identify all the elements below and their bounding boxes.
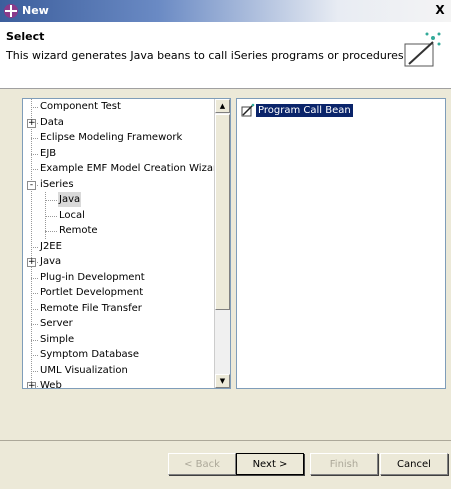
tree-item-label: Remote File Transfer — [40, 302, 142, 314]
page-title: Select — [6, 30, 45, 43]
tree-item[interactable]: Eclipse Modeling Framework — [23, 130, 230, 146]
tree-connector — [31, 169, 38, 170]
tree-item[interactable]: + Java — [23, 254, 230, 270]
tree-item-label: Remote — [59, 225, 98, 236]
expand-icon[interactable]: + — [27, 382, 36, 388]
tree-item-label: Component Test — [40, 101, 121, 112]
wizard-category-tree[interactable]: Component Test + Data Eclipse Modeling Fram… — [22, 98, 231, 389]
new-wizard-app-icon — [4, 4, 18, 18]
tree-item-label: Local — [59, 209, 85, 221]
tree-connector — [31, 293, 38, 294]
tree-connector — [45, 231, 57, 232]
tree-item-label: UML Visualization — [40, 364, 128, 376]
tree-item-label: Eclipse Modeling Framework — [40, 132, 183, 143]
tree-connector — [31, 339, 38, 341]
close-icon[interactable]: X — [432, 2, 448, 18]
tree-item-label: Server — [40, 318, 73, 329]
tree-item-label: Example EMF Model Creation Wizards — [40, 163, 229, 174]
tree-item-label: Web — [40, 380, 62, 389]
tree-item[interactable]: Symptom Database — [23, 347, 230, 363]
tree-item[interactable]: - iSeries — [23, 177, 230, 193]
tree-item-label: Simple — [40, 333, 75, 345]
tree-guide-line — [45, 192, 46, 239]
tree-connector — [45, 200, 57, 201]
next-button[interactable]: Next > — [236, 453, 304, 475]
title-bar: New X — [0, 0, 451, 22]
tree-connector — [31, 138, 38, 139]
tree-item[interactable]: Simple — [23, 332, 230, 348]
expand-icon[interactable]: + — [27, 258, 36, 267]
back-button[interactable]: < Back — [168, 453, 236, 475]
tree-item-label: Data — [40, 116, 64, 128]
tree-connector — [45, 215, 57, 217]
new-wizard-icon — [404, 32, 441, 67]
tree-item[interactable]: UML Visualization — [23, 363, 230, 379]
tree-item[interactable]: Server — [23, 316, 230, 332]
wizard-header: Select This wizard generates Java beans … — [0, 22, 451, 89]
tree-item[interactable]: Plug-in Development — [23, 270, 230, 286]
tree-item[interactable]: Local — [23, 208, 230, 224]
tree-connector — [31, 370, 38, 372]
tree-connector — [31, 153, 38, 155]
tree-connector — [31, 308, 38, 310]
list-item[interactable]: Program Call Bean — [241, 103, 353, 117]
tree-item-label: iSeries — [40, 178, 74, 190]
tree-item-label: Portlet Development — [40, 287, 144, 298]
tree-connector — [31, 107, 38, 108]
cancel-button[interactable]: Cancel — [380, 453, 448, 475]
tree-item-label: Plug-in Development — [40, 271, 145, 283]
wizard-list[interactable]: Program Call Bean — [236, 98, 446, 389]
tree-item-label: EJB — [40, 147, 57, 159]
tree-connector — [31, 246, 38, 248]
footer-divider — [0, 440, 451, 441]
tree-item[interactable]: Portlet Development — [23, 285, 230, 301]
window-title: New — [22, 4, 49, 17]
tree-item[interactable]: EJB — [23, 146, 230, 162]
expand-icon[interactable]: + — [27, 118, 36, 128]
tree-connector — [31, 355, 38, 356]
page-description: This wizard generates Java beans to call… — [6, 49, 408, 62]
collapse-icon[interactable]: - — [27, 180, 36, 190]
tree-item[interactable]: + Data — [23, 115, 230, 131]
tree-item-label: Symptom Database — [40, 349, 140, 360]
tree-connector — [31, 324, 38, 325]
tree-item[interactable]: J2EE — [23, 239, 230, 255]
tree-item[interactable]: Java — [23, 192, 230, 208]
tree-item[interactable]: + Web — [23, 378, 230, 389]
scroll-thumb[interactable] — [215, 114, 230, 310]
tree-connector — [31, 277, 38, 279]
tree-item-label: Java — [40, 256, 62, 267]
scroll-up-button[interactable]: ▲ — [215, 99, 230, 113]
program-call-bean-icon — [241, 103, 255, 117]
tree-item[interactable]: Remote — [23, 223, 230, 239]
tree-item[interactable]: Example EMF Model Creation Wizards — [23, 161, 230, 177]
tree-item[interactable]: Remote File Transfer — [23, 301, 230, 317]
list-item-label: Program Call Bean — [256, 103, 353, 117]
tree-item-label: Java — [58, 192, 82, 207]
tree-scrollbar[interactable]: ▲ ▼ — [214, 99, 230, 388]
tree-item[interactable]: Component Test — [23, 99, 230, 115]
tree-item-label: J2EE — [40, 240, 62, 252]
scroll-down-button[interactable]: ▼ — [215, 374, 230, 388]
finish-button[interactable]: Finish — [310, 453, 378, 475]
